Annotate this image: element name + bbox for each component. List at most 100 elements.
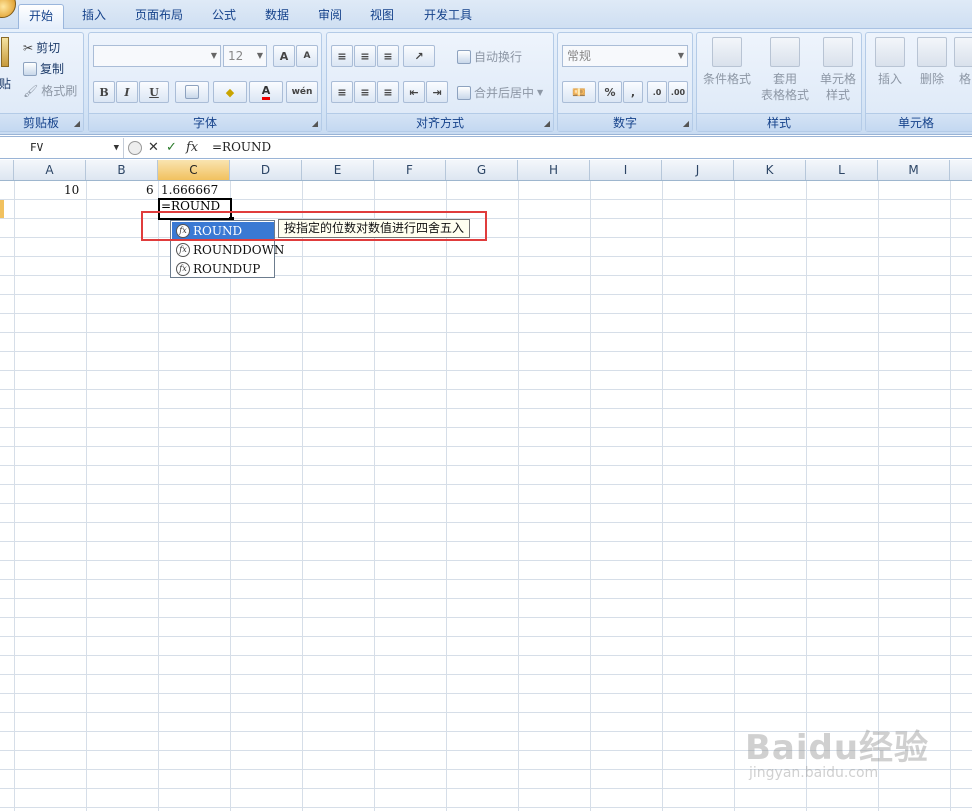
cell-b1[interactable]: 6	[146, 181, 154, 200]
insert-cells-button[interactable]: 插入	[870, 37, 910, 87]
increase-indent-icon: ⇥	[432, 85, 442, 99]
insert-function-icon[interactable]: fx	[186, 140, 198, 155]
increase-decimal-button[interactable]: .0	[647, 81, 667, 103]
bold-button[interactable]: B	[93, 81, 115, 103]
format-table-label-1: 套用	[772, 72, 797, 86]
formula-bar: FV ▼ ✕ ✓ fx =ROUND	[0, 136, 972, 159]
tab-developer[interactable]: 开发工具	[416, 4, 480, 29]
chevron-down-icon: ▼	[677, 51, 684, 60]
decrease-indent-button[interactable]: ⇤	[403, 81, 425, 103]
tab-data[interactable]: 数据	[257, 4, 297, 29]
column-header-m[interactable]: M	[878, 160, 950, 180]
fill-color-button[interactable]: ◆	[213, 81, 247, 103]
chevron-down-icon: ▼	[256, 51, 263, 60]
phonetic-button[interactable]: wén	[286, 81, 318, 103]
tab-view[interactable]: 视图	[362, 4, 402, 29]
column-header-f[interactable]: F	[374, 160, 446, 180]
dialog-launcher-icon[interactable]: ◢	[683, 119, 689, 128]
dialog-launcher-icon[interactable]: ◢	[74, 119, 80, 128]
align-bottom-button[interactable]: ≡	[377, 45, 399, 67]
format-cells-icon	[954, 37, 972, 67]
delete-cells-button[interactable]: 删除	[912, 37, 952, 87]
decrease-decimal-button[interactable]: .00	[668, 81, 688, 103]
chevron-down-icon[interactable]: ▼	[114, 138, 119, 158]
align-top-button[interactable]: ≡	[331, 45, 353, 67]
merge-icon	[457, 85, 471, 100]
column-header-j[interactable]: J	[662, 160, 734, 180]
wrap-text-button[interactable]: 自动换行	[457, 48, 522, 65]
tab-page-layout[interactable]: 页面布局	[128, 4, 190, 29]
underline-button[interactable]: U	[139, 81, 169, 103]
row-header-2-highlight	[0, 200, 4, 218]
tab-formulas[interactable]: 公式	[204, 4, 244, 29]
circle-icon	[128, 141, 142, 155]
align-middle-button[interactable]: ≡	[354, 45, 376, 67]
select-all-corner[interactable]	[0, 160, 14, 180]
format-as-table-button[interactable]: 套用 表格格式	[755, 37, 815, 103]
increase-indent-button[interactable]: ⇥	[426, 81, 448, 103]
chevron-down-icon: ▼	[210, 51, 217, 60]
italic-button[interactable]: I	[116, 81, 138, 103]
borders-button[interactable]	[175, 81, 209, 103]
copy-icon	[23, 61, 37, 76]
align-center-button[interactable]: ≡	[354, 81, 376, 103]
paste-button[interactable]	[1, 37, 9, 67]
formula-input[interactable]: =ROUND	[212, 140, 271, 154]
format-painter-button[interactable]: 🖌 格式刷	[23, 82, 77, 99]
percent-button[interactable]: %	[598, 81, 622, 103]
column-header-l[interactable]: L	[806, 160, 878, 180]
column-header-h[interactable]: H	[518, 160, 590, 180]
styles-group-label: 样式	[697, 113, 861, 131]
cancel-icon[interactable]: ✕	[148, 140, 159, 155]
font-name-combo[interactable]: ▼	[93, 45, 221, 67]
dialog-launcher-icon[interactable]: ◢	[544, 119, 550, 128]
column-header-i[interactable]: I	[590, 160, 662, 180]
enter-icon[interactable]: ✓	[166, 140, 177, 155]
merge-center-button[interactable]: 合并后居中 ▼	[457, 84, 543, 101]
align-right-button[interactable]: ≡	[377, 81, 399, 103]
accounting-button[interactable]: 💴	[562, 81, 596, 103]
copy-label: 复制	[40, 62, 65, 76]
autocomplete-item-label: ROUNDUP	[193, 262, 261, 276]
comma-button[interactable]: ,	[623, 81, 643, 103]
format-cells-button[interactable]: 格	[954, 37, 972, 87]
align-left-button[interactable]: ≡	[331, 81, 353, 103]
column-header-b[interactable]: B	[86, 160, 158, 180]
column-header-c[interactable]: C	[158, 160, 230, 180]
tab-review[interactable]: 审阅	[310, 4, 350, 29]
font-size-combo[interactable]: 12 ▼	[223, 45, 267, 67]
number-format-combo[interactable]: 常规 ▼	[562, 45, 688, 67]
worksheet-grid[interactable]	[0, 181, 972, 811]
number-group-label: 数字	[558, 113, 692, 131]
cut-button[interactable]: ✂ 剪切	[23, 39, 60, 56]
tab-home[interactable]: 开始	[18, 4, 64, 29]
name-box[interactable]: FV ▼	[0, 138, 124, 158]
autocomplete-item-label: ROUNDDOWN	[193, 243, 285, 257]
column-header-d[interactable]: D	[230, 160, 302, 180]
font-color-button[interactable]: A	[249, 81, 283, 103]
bold-icon: B	[99, 85, 109, 99]
cell-styles-button[interactable]: 单元格 样式	[815, 37, 861, 103]
column-header-k[interactable]: K	[734, 160, 806, 180]
orientation-button[interactable]: ↗	[403, 45, 435, 67]
shrink-font-button[interactable]: A	[296, 45, 318, 67]
delete-cells-icon	[917, 37, 947, 67]
tab-insert[interactable]: 插入	[73, 4, 115, 29]
function-icon: fx	[176, 262, 190, 276]
cell-a1[interactable]: 10	[64, 181, 79, 200]
font-color-icon: A	[261, 84, 271, 100]
office-button[interactable]	[0, 0, 16, 18]
column-header-a[interactable]: A	[14, 160, 86, 180]
conditional-format-button[interactable]: 条件格式	[701, 37, 753, 87]
column-header-g[interactable]: G	[446, 160, 518, 180]
autocomplete-item-rounddown[interactable]: fx ROUNDDOWN	[172, 241, 284, 259]
copy-button[interactable]: 复制	[23, 60, 64, 77]
decrease-indent-icon: ⇤	[409, 85, 419, 99]
cut-label: 剪切	[36, 41, 61, 55]
cell-styles-icon	[823, 37, 853, 67]
column-header-e[interactable]: E	[302, 160, 374, 180]
dialog-launcher-icon[interactable]: ◢	[312, 119, 318, 128]
grow-font-button[interactable]: A	[273, 45, 295, 67]
autocomplete-item-roundup[interactable]: fx ROUNDUP	[172, 260, 274, 278]
shrink-font-icon: A	[303, 51, 311, 61]
